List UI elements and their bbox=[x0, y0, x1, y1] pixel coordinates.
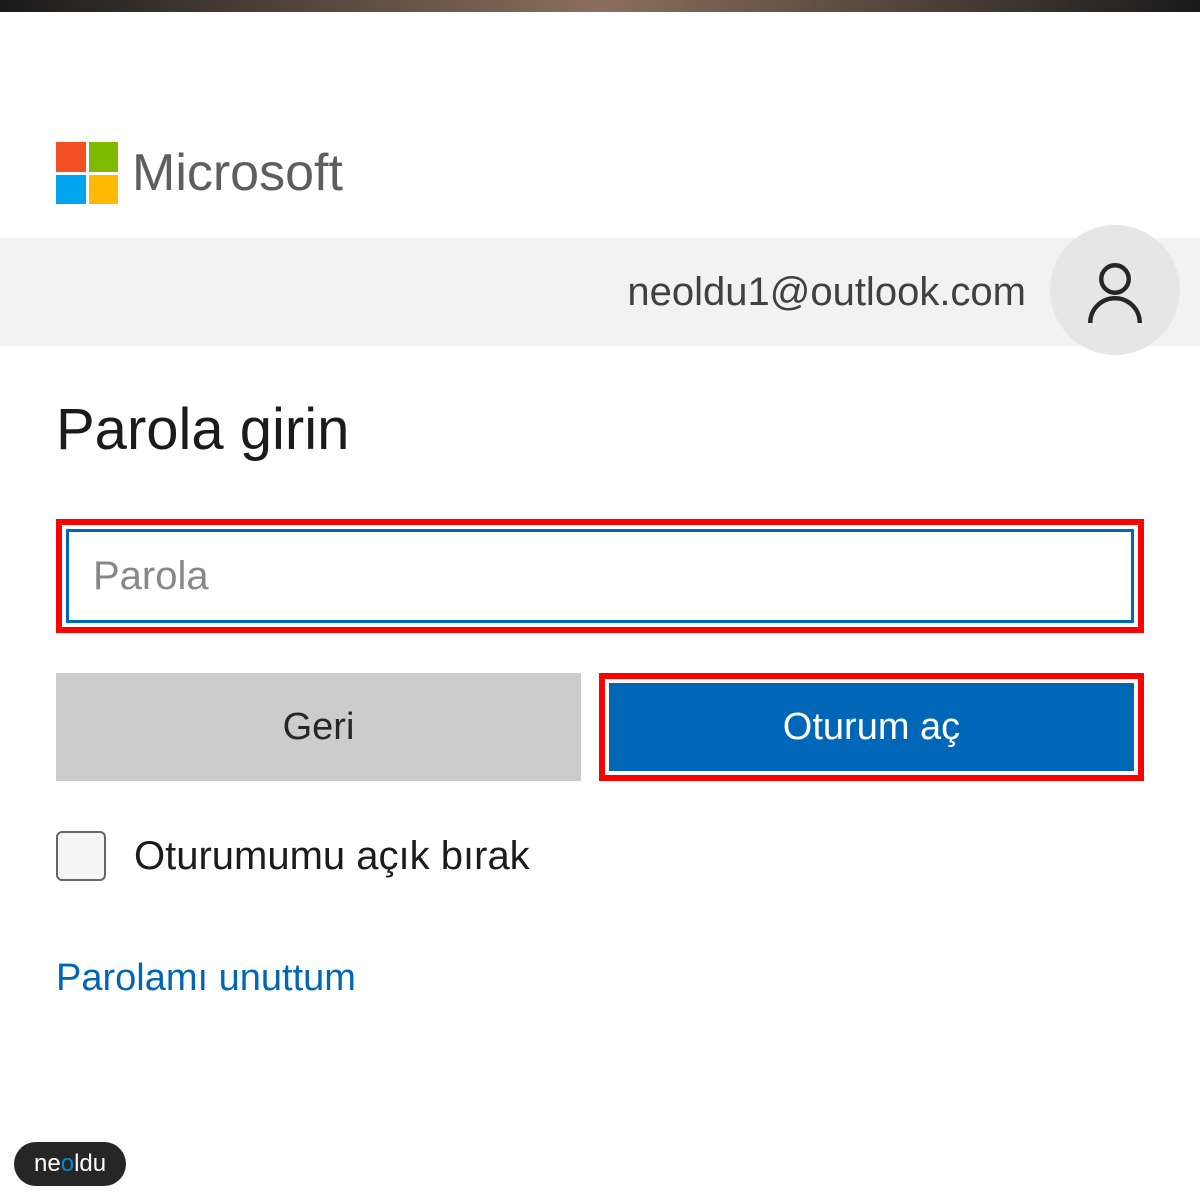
password-input[interactable] bbox=[66, 529, 1134, 623]
watermark-prefix: ne bbox=[34, 1150, 61, 1178]
signin-button[interactable]: Oturum aç bbox=[609, 683, 1134, 771]
avatar[interactable] bbox=[1050, 225, 1180, 355]
person-icon bbox=[1082, 257, 1148, 323]
signin-button-highlight: Oturum aç bbox=[599, 673, 1144, 781]
login-form: Parola girin Geri Oturum aç Oturumumu aç… bbox=[0, 346, 1200, 1000]
form-title: Parola girin bbox=[56, 396, 1144, 463]
watermark-suffix: ldu bbox=[74, 1150, 106, 1178]
keep-signed-label: Oturumumu açık bırak bbox=[134, 834, 530, 879]
account-email: neoldu1@outlook.com bbox=[627, 270, 1026, 315]
back-button[interactable]: Geri bbox=[56, 673, 581, 781]
microsoft-logo-icon bbox=[56, 142, 118, 204]
window-top-bar bbox=[0, 0, 1200, 12]
watermark-accent: o bbox=[61, 1150, 74, 1178]
watermark-badge: neoldu bbox=[14, 1142, 126, 1186]
brand-logo-section: Microsoft bbox=[0, 12, 1200, 204]
keep-signed-checkbox[interactable] bbox=[56, 831, 106, 881]
password-input-highlight bbox=[56, 519, 1144, 633]
keep-signed-row: Oturumumu açık bırak bbox=[56, 831, 1144, 881]
forgot-password-link[interactable]: Parolamı unuttum bbox=[56, 957, 356, 999]
button-row: Geri Oturum aç bbox=[56, 673, 1144, 781]
brand-name: Microsoft bbox=[132, 143, 343, 203]
account-identity-bar: neoldu1@outlook.com bbox=[0, 238, 1200, 346]
